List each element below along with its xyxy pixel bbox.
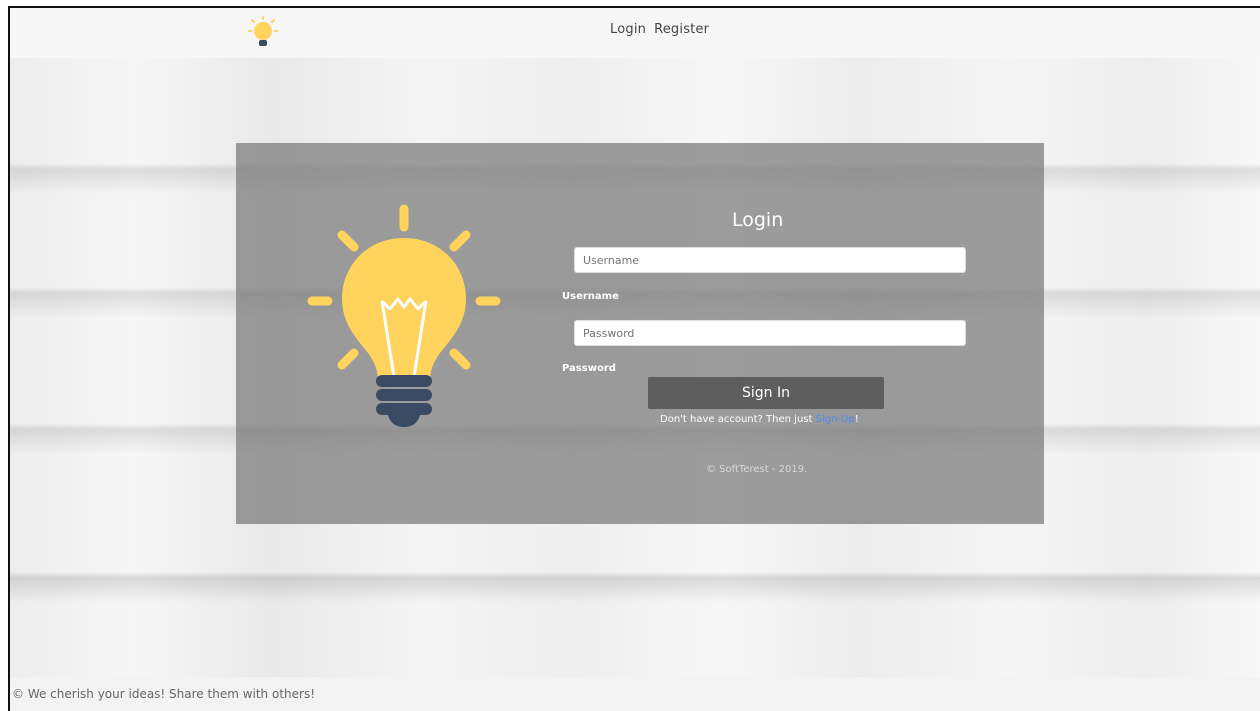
- footer: © We cherish your ideas! Share them with…: [10, 677, 1260, 711]
- login-panel: Login Username Password Sign In Don't ha…: [236, 143, 1044, 524]
- page-background: Login Username Password Sign In Don't ha…: [10, 58, 1260, 677]
- nav-register-link[interactable]: Register: [654, 22, 709, 37]
- nav-login-link[interactable]: Login: [610, 22, 646, 37]
- lightbulb-illustration-icon: [307, 204, 501, 427]
- lightbulb-icon[interactable]: [246, 16, 280, 52]
- signup-prompt-text: Don't have account? Then just: [660, 414, 816, 425]
- browser-frame: Login Register Login Username Username P…: [8, 6, 1260, 711]
- login-title: Login: [732, 209, 784, 231]
- username-input[interactable]: [574, 247, 966, 273]
- signup-link[interactable]: Sign-Up: [816, 414, 855, 425]
- signup-prompt-suffix: !: [854, 414, 859, 425]
- signup-prompt: Don't have account? Then just Sign-Up!: [660, 414, 859, 425]
- password-input[interactable]: [574, 320, 966, 346]
- nav-links: Login Register: [610, 22, 717, 37]
- username-label: Username: [562, 291, 619, 302]
- navbar: Login Register: [10, 8, 1260, 58]
- panel-copyright: © SoftTerest - 2019.: [706, 464, 808, 475]
- sign-in-button[interactable]: Sign In: [648, 377, 884, 409]
- footer-text: © We cherish your ideas! Share them with…: [12, 687, 316, 701]
- password-label: Password: [562, 363, 616, 374]
